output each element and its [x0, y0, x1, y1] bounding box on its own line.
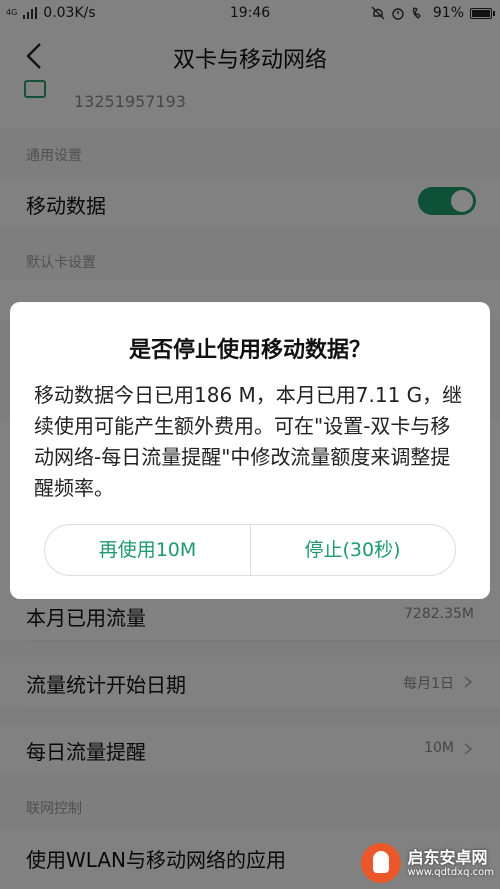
- continue-10m-button[interactable]: 再使用10M: [45, 525, 250, 575]
- watermark-url: www.qdtdxq.com: [407, 866, 494, 878]
- dialog-button-group: 再使用10M 停止(30秒): [44, 524, 456, 576]
- watermark-name: 启东安卓网: [407, 847, 488, 867]
- dialog-title: 是否停止使用移动数据？: [128, 338, 371, 363]
- stop-mobile-data-dialog: 是否停止使用移动数据？ 移动数据今日已用186 M，本月已用7.11 G，继续使…: [10, 302, 490, 599]
- dialog-message: 移动数据今日已用186 M，本月已用7.11 G，继续使用可能产生额外费用。可在…: [34, 383, 463, 500]
- watermark: 启东安卓网 www.qdtdxq.com: [361, 843, 494, 883]
- watermark-logo-icon: [361, 843, 402, 883]
- stop-button[interactable]: 停止(30秒): [250, 525, 455, 575]
